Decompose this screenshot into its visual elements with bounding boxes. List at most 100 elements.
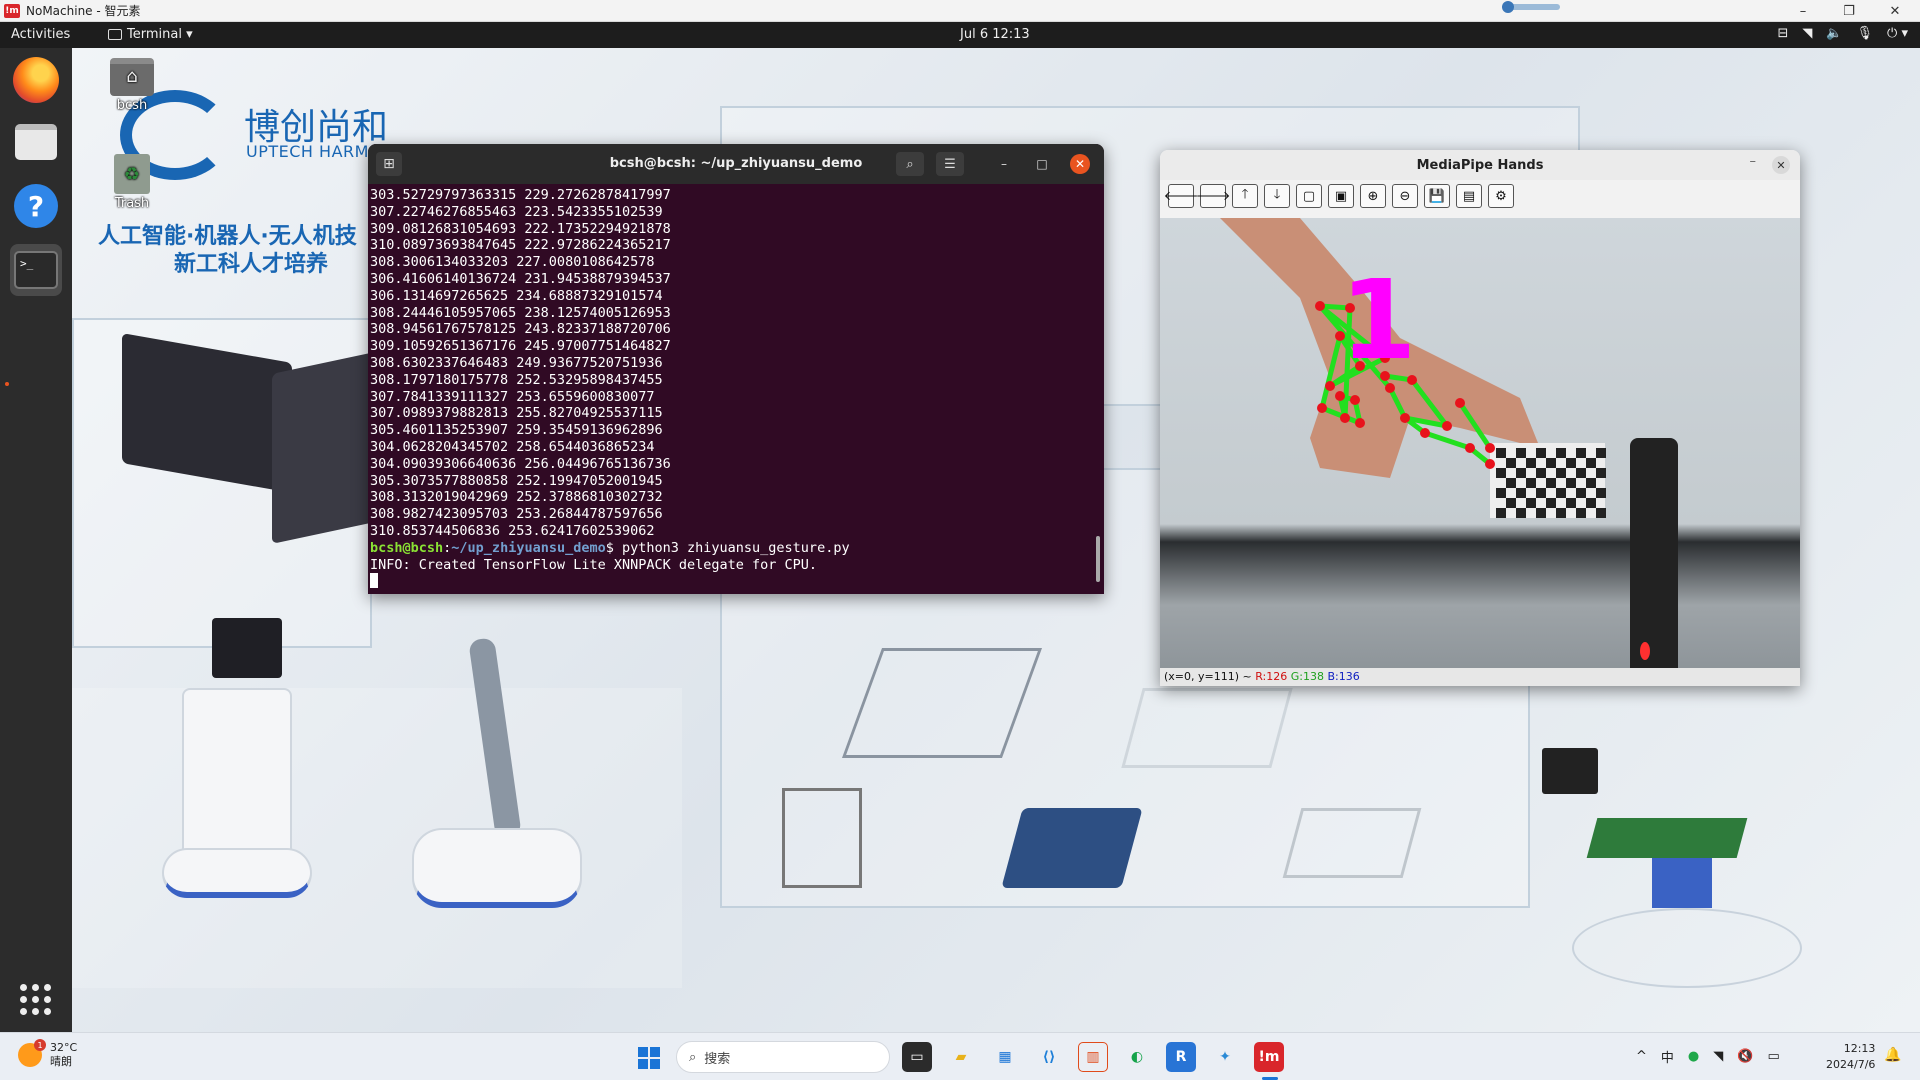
zoom-original-icon[interactable]: ▣ [1328,184,1354,208]
nomachine-zoom-slider[interactable] [1502,1,1560,13]
terminal-search-button[interactable]: ⌕ [896,152,924,176]
terminal-minimize-button[interactable]: – [994,154,1014,174]
mediapipe-statusbar: (x=0, y=111) ~ R:126 G:138 B:136 [1160,668,1800,686]
taskbar-search[interactable]: ⌕ 搜索 [676,1041,890,1073]
copy-clipboard-icon[interactable]: ▤ [1456,184,1482,208]
search-icon: ⌕ [906,156,914,172]
checker-square [1556,508,1566,518]
pan-right-icon[interactable]: 🡒 [1196,184,1230,208]
weather-badge: 1 [34,1039,46,1051]
prompt-dollar: $ [605,539,622,556]
terminal-window[interactable]: ⊞ bcsh@bcsh: ~/up_zhiyuansu_demo ⌕ ☰ – □… [368,144,1104,594]
pan-left-icon[interactable]: 🡐 [1164,184,1198,208]
brand-tagline-2: 新工科人才培养 [174,252,329,277]
terminal-cursor-line [370,573,1102,590]
tray-chevron-icon[interactable]: ^ [1636,1049,1647,1064]
checker-square [1506,478,1516,488]
tray-app-icon[interactable]: ● [1688,1049,1699,1064]
wallpaper-panel [72,688,682,988]
zoom-fit-icon[interactable]: ▢ [1296,184,1322,208]
weather-sun-icon: 1 [18,1039,46,1067]
volume-mute-icon[interactable]: 🔇 [1737,1049,1753,1064]
checker-square [1526,458,1536,468]
app-icon-orange[interactable]: ▥ [1078,1042,1108,1072]
pan-down-icon[interactable]: 🡓 [1264,184,1290,208]
file-explorer-icon[interactable]: ▰ [946,1042,976,1072]
nomachine-restore-button[interactable]: ❐ [1826,0,1872,22]
terminal-line: 308.3006134033203 227.0080108642578 [370,254,655,271]
terminal-scrollbar[interactable] [1096,536,1100,582]
dock-terminal[interactable]: >_ [10,244,62,296]
terminal-line: 308.1797180175778 252.53295898437455 [370,371,663,388]
nomachine-close-button[interactable]: ✕ [1872,0,1918,22]
show-applications-icon[interactable] [20,984,52,1016]
black-stand [1630,438,1678,668]
terminal-header[interactable]: ⊞ bcsh@bcsh: ~/up_zhiyuansu_demo ⌕ ☰ – □… [368,144,1104,184]
checker-square [1596,448,1606,458]
notification-bell-icon[interactable]: 🔔 [1884,1047,1901,1063]
desktop-icon-label: Trash [114,196,150,211]
terminal-menu-button[interactable]: ☰ [936,152,964,176]
hand-landmark-point [1335,391,1345,401]
ime-indicator[interactable]: 中 [1661,1047,1674,1066]
ms-store-icon[interactable]: ▦ [990,1042,1020,1072]
wifi-icon[interactable]: ◥ [1802,26,1812,41]
files-icon [15,124,57,160]
pan-up-icon[interactable]: 🡑 [1232,184,1258,208]
checker-square [1576,488,1586,498]
zoom-out-icon[interactable]: ⊖ [1392,184,1418,208]
remote-app-icon[interactable]: R [1166,1042,1196,1072]
home-folder-icon [110,58,154,96]
save-image-icon[interactable]: 💾 [1424,184,1450,208]
network-wired-icon[interactable]: ⊟ [1777,26,1788,41]
camera-feed[interactable]: 1 [1160,218,1800,668]
terminal-output[interactable]: 303.52729797363315 229.27262878417997 307… [368,184,1104,594]
dock-help[interactable]: ? [10,180,62,232]
dock-firefox[interactable] [10,54,62,106]
terminal-line: 307.22746276855463 223.5423355102539 [370,203,663,220]
mediapipe-minimize-button[interactable]: – [1750,154,1757,169]
zoom-in-icon[interactable]: ⊕ [1360,184,1386,208]
weather-widget[interactable]: 1 32°C 晴朗 [18,1039,78,1069]
nomachine-taskbar-icon[interactable]: !m [1254,1042,1284,1072]
nomachine-minimize-button[interactable]: – [1780,0,1826,22]
topbar-clock[interactable]: Jul 6 12:13 [960,27,1030,42]
vscode-icon[interactable]: ⟨⟩ [1034,1042,1064,1072]
desktop-icon-trash[interactable]: ♻ Trash [104,154,160,211]
volume-icon[interactable]: 🔈 [1826,26,1842,41]
properties-icon[interactable]: ⚙ [1488,184,1514,208]
checker-square [1536,468,1546,478]
terminal-line: 305.4601135253907 259.35459136962896 [370,422,663,439]
terminal-line: 306.1314697265625 234.68887329101574 [370,287,663,304]
checker-square [1546,458,1556,468]
activities-button[interactable]: Activities [11,27,70,42]
mediapipe-close-button[interactable]: ✕ [1772,156,1790,174]
checker-square [1516,488,1526,498]
gnome-topbar: Activities Terminal ▾ Jul 6 12:13 ⊟ ◥ 🔈 … [0,22,1920,48]
bird-app-icon[interactable]: ✦ [1210,1042,1240,1072]
power-icon[interactable]: ⏻ ▾ [1887,26,1908,41]
terminal-line: 304.09039306640636 256.04496765136736 [370,455,671,472]
windows-start-icon[interactable] [638,1047,660,1069]
system-tray[interactable]: ⊟ ◥ 🔈 🎙 ⏻ ▾ [1777,26,1908,41]
app-menu-terminal[interactable]: Terminal ▾ [108,27,193,42]
windows-clock[interactable]: 12:13 2024/7/6 [1826,1041,1875,1073]
service-robot [182,688,292,858]
terminal-close-button[interactable]: ✕ [1070,154,1090,174]
terminal-line: 304.0628204345702 258.6544036865234 [370,438,655,455]
task-view-icon[interactable]: ▭ [902,1042,932,1072]
hand-landmark-point [1350,395,1360,405]
dock-files[interactable] [10,116,62,168]
battery-icon[interactable]: ▭ [1767,1049,1779,1064]
mediapipe-window[interactable]: MediaPipe Hands – ✕ 🡐 🡒 🡑 🡓 ▢ ▣ ⊕ ⊖ 💾 ▤ … [1160,150,1800,686]
mic-icon[interactable]: 🎙 [1857,26,1874,41]
terminal-maximize-button[interactable]: □ [1032,154,1052,174]
mediapipe-header[interactable]: MediaPipe Hands – ✕ [1160,150,1800,180]
edge-icon[interactable]: ◐ [1122,1042,1152,1072]
desktop-icon-home[interactable]: bcsh [104,58,160,113]
wifi-icon[interactable]: ◥ [1713,1049,1723,1064]
weather-temp: 32°C [50,1041,78,1054]
terminal-line: 307.7841339111327 253.6559600830077 [370,388,655,405]
windows-system-tray[interactable]: ^ 中 ● ◥ 🔇 ▭ [1636,1047,1780,1066]
hand-landmark-point [1317,403,1327,413]
